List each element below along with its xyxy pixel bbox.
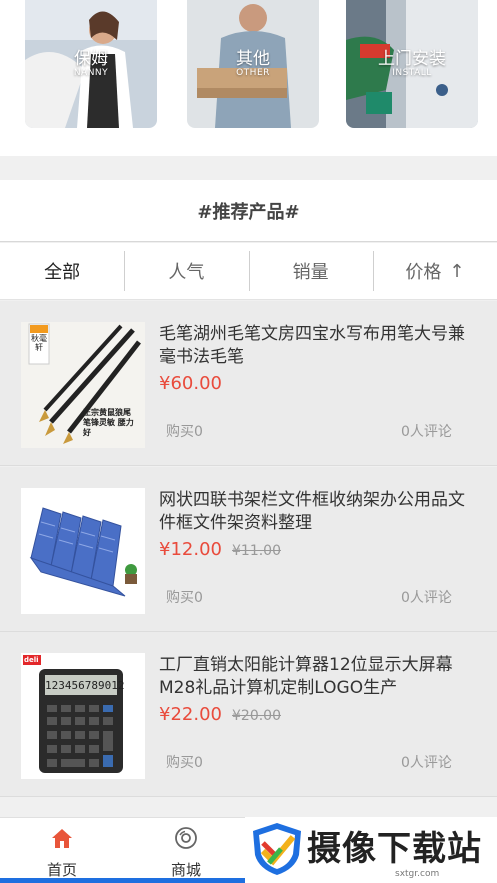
product-name[interactable]: 工厂直销太阳能计算器12位显示大屏幕M28礼品计算机定制LOGO生产 <box>159 654 479 700</box>
product-comment-count: 0人评论 <box>401 590 452 606</box>
recommend-title: #推荐产品# <box>0 180 497 242</box>
product-name[interactable]: 毛笔湖州毛笔文房四宝水写布用笔大号兼毫书法毛笔 <box>159 323 479 369</box>
product-original-price: ¥20.00 <box>232 708 281 724</box>
product-item[interactable]: deli 123456789012 工厂直销太阳能计算器12位显示大屏幕M28礼… <box>0 632 497 797</box>
active-indicator <box>0 878 247 883</box>
brush-caption: 正宗黄鼠狼尾 笔锋灵敏 腰力好 <box>83 408 134 437</box>
tab-price[interactable]: 价格 ↑ <box>372 243 497 299</box>
service-card-install[interactable]: 上门安装 INSTALL <box>346 0 478 128</box>
product-thumbnail[interactable] <box>21 488 145 614</box>
product-name[interactable]: 网状四联书架栏文件框收纳架办公用品文件框文件架资料整理 <box>159 489 479 535</box>
watermark: 摄像下载站 sxtgr.com <box>245 817 497 883</box>
service-section: 保姆 NANNY 其他 OTHER 上门安装 INSTALL <box>0 0 497 156</box>
tab-sales[interactable]: 销量 <box>248 243 373 299</box>
tab-label: 全部 <box>44 262 81 283</box>
service-title: 其他 <box>236 49 270 69</box>
service-subtitle: NANNY <box>73 68 109 78</box>
calculator-image <box>21 653 145 779</box>
product-price: ¥60.00 <box>159 373 222 394</box>
service-subtitle: INSTALL <box>392 68 432 78</box>
product-comment-count: 0人评论 <box>401 424 452 440</box>
brand-logo: deli <box>24 656 39 664</box>
product-buy-count: 购买0 <box>166 755 203 771</box>
tab-popularity[interactable]: 人气 <box>124 243 248 299</box>
tab-label: 销量 <box>292 262 329 283</box>
filter-tabs: 全部 人气 销量 价格 ↑ <box>0 243 497 300</box>
brand-tag: 秋毫轩 <box>31 334 47 352</box>
sort-arrow-icon: ↑ <box>449 260 465 282</box>
product-item[interactable]: 网状四联书架栏文件框收纳架办公用品文件框文件架资料整理 ¥12.00 ¥11.0… <box>0 467 497 632</box>
calculator-display: 123456789012 <box>45 679 125 692</box>
home-icon <box>52 829 72 848</box>
product-buy-count: 购买0 <box>166 424 203 440</box>
nav-home[interactable]: 首页 <box>0 818 124 883</box>
service-card-nanny[interactable]: 保姆 NANNY <box>25 0 157 128</box>
watermark-url: sxtgr.com <box>395 869 440 879</box>
watermark-text: 摄像下载站 <box>307 829 482 869</box>
file-rack-image <box>21 488 145 614</box>
tab-label: 人气 <box>168 262 205 283</box>
product-thumbnail[interactable]: 秋毫轩 正宗黄鼠狼尾 笔锋灵敏 腰力好 <box>21 322 145 448</box>
nav-label: 首页 <box>46 861 77 879</box>
tab-all[interactable]: 全部 <box>0 243 124 299</box>
mall-icon <box>175 827 197 849</box>
service-card-other[interactable]: 其他 OTHER <box>187 0 319 128</box>
service-subtitle: OTHER <box>236 68 270 78</box>
product-item[interactable]: 秋毫轩 正宗黄鼠狼尾 笔锋灵敏 腰力好 毛笔湖州毛笔文房四宝水写布用笔大号兼毫书… <box>0 301 497 466</box>
product-comment-count: 0人评论 <box>401 755 452 771</box>
nav-mall[interactable]: 商城 <box>124 818 248 883</box>
tab-label: 价格 <box>405 262 442 283</box>
product-buy-count: 购买0 <box>166 590 203 606</box>
product-thumbnail[interactable]: deli 123456789012 <box>21 653 145 779</box>
service-title: 保姆 <box>74 49 108 69</box>
service-title: 上门安装 <box>378 49 446 69</box>
product-price: ¥22.00 <box>159 704 222 725</box>
nav-label: 商城 <box>170 861 201 879</box>
watermark-logo-icon <box>253 823 301 875</box>
product-price: ¥12.00 <box>159 539 222 560</box>
product-original-price: ¥11.00 <box>232 543 281 559</box>
